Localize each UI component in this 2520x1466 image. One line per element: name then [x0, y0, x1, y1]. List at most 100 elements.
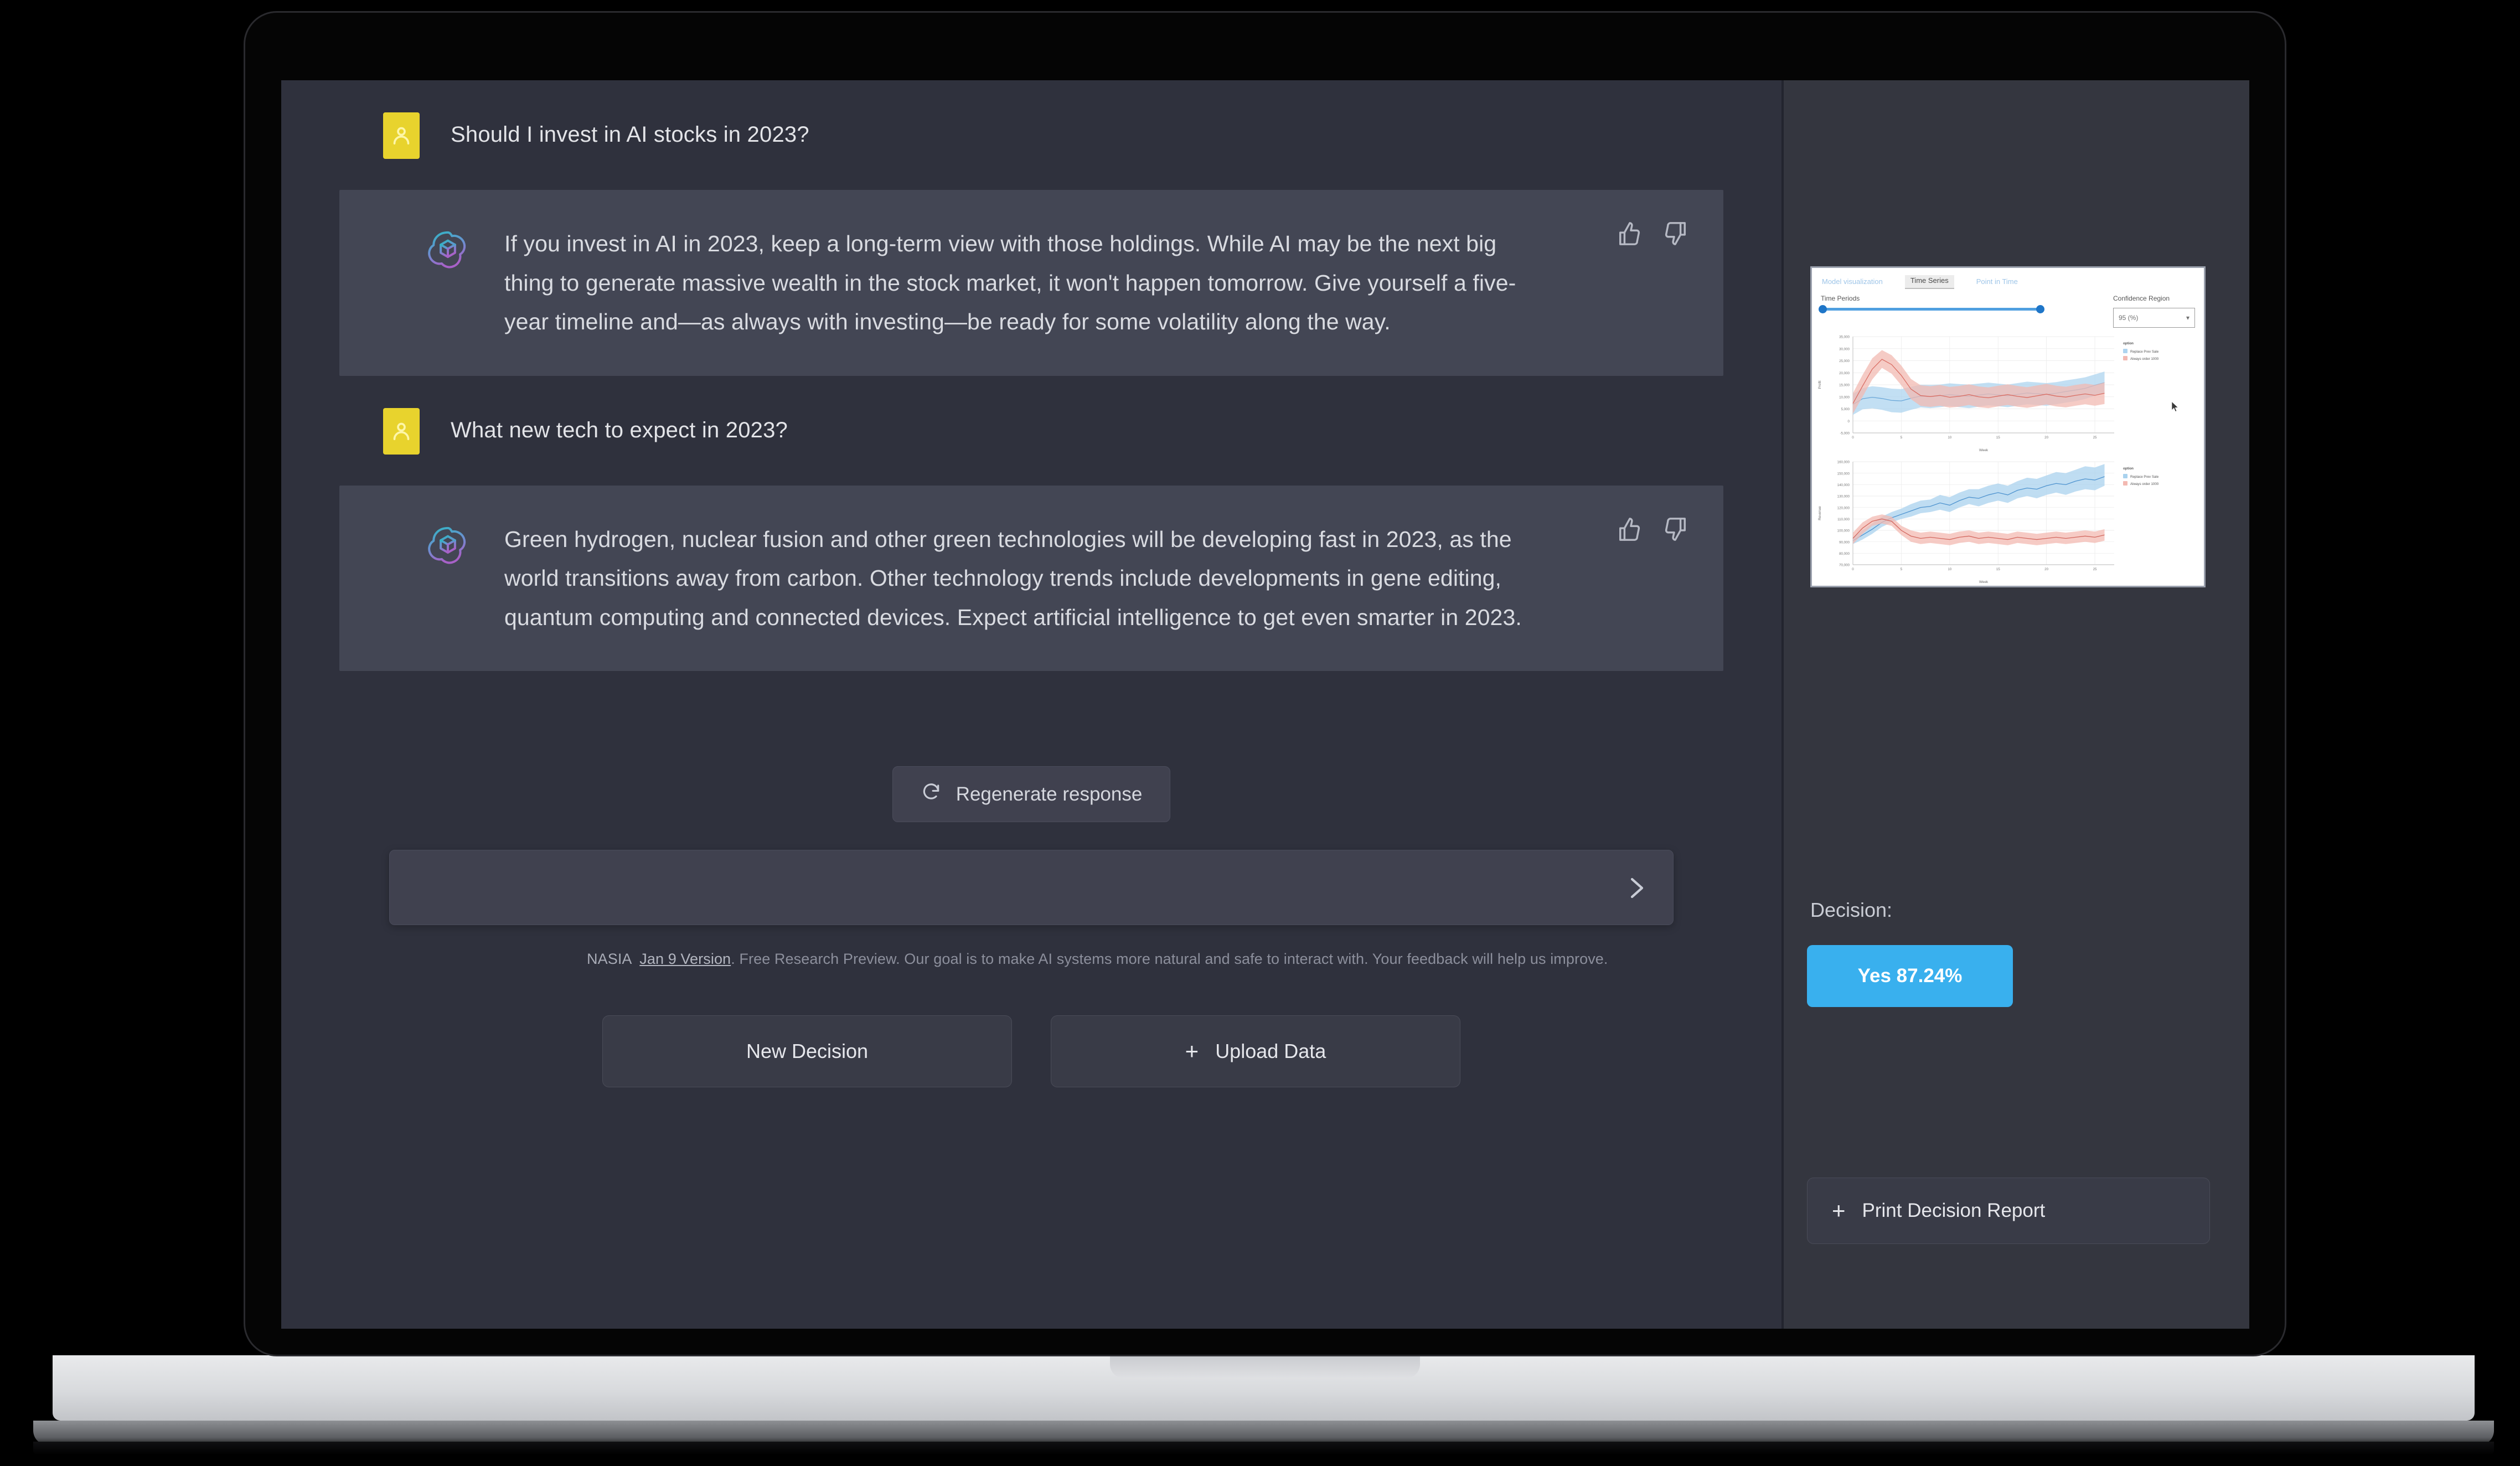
- thumbs-up-icon[interactable]: [1617, 221, 1643, 249]
- time-periods-label: Time Periods: [1821, 295, 1860, 302]
- composer[interactable]: [389, 850, 1674, 926]
- user-message-text: What new tech to expect in 2023?: [451, 417, 788, 442]
- svg-text:option: option: [2123, 467, 2134, 471]
- svg-text:10: 10: [1948, 436, 1951, 440]
- regenerate-row: Regenerate response: [281, 766, 1781, 823]
- chevron-down-icon: ▾: [2186, 314, 2189, 322]
- feedback-controls: [1617, 517, 1688, 545]
- feedback-controls: [1617, 221, 1688, 249]
- svg-text:30,000: 30,000: [1839, 347, 1850, 351]
- confidence-region-label: Confidence Region: [2113, 295, 2170, 302]
- viz-tab-bar: Model visualization Time Series Point in…: [1812, 268, 2204, 289]
- laptop-base-notch: [1110, 1355, 1420, 1379]
- decision-side-panel: Model visualization Time Series Point in…: [1784, 80, 2249, 1329]
- decision-value-badge[interactable]: Yes 87.24%: [1807, 945, 2013, 1007]
- chart-revenue-svg: 70,000 80,000 90,000 100,000 110,000 120,000 1…: [1818, 461, 2159, 584]
- svg-text:140,000: 140,000: [1837, 483, 1850, 487]
- confidence-region-control: Confidence Region 95 (%) ▾: [2113, 295, 2195, 328]
- person-icon: [383, 112, 420, 159]
- svg-text:10: 10: [1948, 567, 1951, 571]
- svg-text:option: option: [2123, 342, 2134, 345]
- svg-text:0: 0: [1852, 436, 1854, 440]
- svg-text:Replace Prev Sale: Replace Prev Sale: [2130, 475, 2159, 479]
- chat-message-assistant: If you invest in AI in 2023, keep a long…: [339, 190, 1723, 376]
- tab-model-visualization[interactable]: Model visualization: [1822, 277, 1883, 289]
- svg-text:Always order 1000: Always order 1000: [2130, 482, 2159, 486]
- decision-value-text: Yes 87.24%: [1857, 965, 1963, 987]
- svg-text:20: 20: [2044, 567, 2048, 571]
- thumbs-down-icon[interactable]: [1662, 221, 1688, 249]
- chart-revenue: 70,000 80,000 90,000 100,000 110,000 120,000 1…: [1812, 456, 2204, 585]
- svg-text:15: 15: [1996, 436, 2000, 440]
- chat-input[interactable]: [390, 850, 1673, 925]
- plus-icon: +: [1832, 1197, 1846, 1224]
- footer-text: . Free Research Preview. Our goal is to …: [731, 951, 1608, 968]
- svg-text:Replace Prev Sale: Replace Prev Sale: [2130, 350, 2159, 354]
- tab-point-in-time[interactable]: Point in Time: [1976, 277, 2018, 289]
- svg-text:5,000: 5,000: [1841, 407, 1850, 411]
- confidence-region-select[interactable]: 95 (%) ▾: [2113, 308, 2195, 328]
- time-periods-control: Time Periods: [1819, 295, 2044, 313]
- tab-time-series[interactable]: Time Series: [1904, 275, 1954, 289]
- svg-text:35,000: 35,000: [1839, 335, 1850, 339]
- svg-text:70,000: 70,000: [1839, 564, 1850, 567]
- bottom-actions: New Decision + Upload Data: [281, 1015, 1781, 1088]
- refresh-icon: [921, 781, 942, 807]
- new-decision-label: New Decision: [746, 1040, 869, 1063]
- svg-text:15,000: 15,000: [1839, 384, 1850, 388]
- svg-text:160,000: 160,000: [1837, 461, 1850, 464]
- openai-logo-icon: [422, 521, 473, 572]
- svg-text:25,000: 25,000: [1839, 359, 1850, 363]
- openai-logo-icon: [422, 225, 473, 276]
- composer-row: [281, 850, 1781, 926]
- upload-data-label: Upload Data: [1215, 1040, 1326, 1063]
- print-decision-report-button[interactable]: + Print Decision Report: [1807, 1178, 2210, 1244]
- chat-message-user: What new tech to expect in 2023?: [281, 376, 1781, 486]
- time-periods-slider[interactable]: [1819, 305, 2044, 313]
- svg-text:150,000: 150,000: [1837, 472, 1850, 476]
- footer-version[interactable]: Jan 9 Version: [639, 951, 731, 967]
- svg-text:-5,000: -5,000: [1840, 432, 1850, 436]
- svg-text:20: 20: [2044, 436, 2048, 440]
- svg-text:100,000: 100,000: [1837, 529, 1850, 533]
- mouse-cursor-icon: [2171, 401, 2179, 412]
- svg-text:110,000: 110,000: [1837, 518, 1850, 522]
- svg-text:15: 15: [1996, 567, 2000, 571]
- regenerate-response-button[interactable]: Regenerate response: [892, 766, 1171, 823]
- send-icon[interactable]: [1623, 875, 1650, 901]
- model-visualization-card: Model visualization Time Series Point in…: [1810, 266, 2206, 587]
- svg-text:Week: Week: [1979, 580, 1989, 584]
- slider-knob-left[interactable]: [1819, 305, 1827, 313]
- thumbs-down-icon[interactable]: [1662, 517, 1688, 545]
- svg-text:90,000: 90,000: [1839, 540, 1850, 544]
- app-screen: Should I invest in AI stocks in 2023? If…: [281, 80, 2249, 1329]
- upload-data-button[interactable]: + Upload Data: [1051, 1015, 1460, 1088]
- svg-text:Week: Week: [1979, 448, 1989, 452]
- chat-pane: Should I invest in AI stocks in 2023? If…: [281, 80, 1781, 1329]
- svg-text:120,000: 120,000: [1837, 506, 1850, 510]
- plus-icon: +: [1185, 1038, 1199, 1065]
- slider-knob-right[interactable]: [2036, 305, 2044, 313]
- chat-message-assistant: Green hydrogen, nuclear fusion and other…: [339, 485, 1723, 672]
- regenerate-label: Regenerate response: [956, 783, 1143, 805]
- svg-text:130,000: 130,000: [1837, 495, 1850, 499]
- svg-text:20,000: 20,000: [1839, 371, 1850, 375]
- svg-text:25: 25: [2093, 436, 2097, 440]
- print-decision-report-label: Print Decision Report: [1862, 1200, 2046, 1221]
- svg-text:25: 25: [2093, 567, 2097, 571]
- svg-text:0: 0: [1848, 420, 1850, 424]
- svg-text:Profit: Profit: [1818, 380, 1822, 389]
- new-decision-button[interactable]: New Decision: [602, 1015, 1012, 1088]
- person-icon: [383, 407, 420, 455]
- assistant-message-text: If you invest in AI in 2023, keep a long…: [504, 231, 1516, 335]
- svg-text:Revenue: Revenue: [1818, 506, 1822, 520]
- thumbs-up-icon[interactable]: [1617, 517, 1643, 545]
- footer-brand: NASIA: [587, 951, 632, 968]
- user-message-text: Should I invest in AI stocks in 2023?: [451, 122, 809, 147]
- chart-profit-svg: -5,00005,00010,00015,00020,00025,00030,0…: [1818, 335, 2159, 452]
- confidence-region-value: 95 (%): [2119, 314, 2139, 322]
- chart-profit: -5,000 0 5,000 10,000 15,000 20,000 25,000 30,0…: [1812, 331, 2204, 453]
- decision-label: Decision:: [1810, 899, 1893, 921]
- footer-notice: NASIA Jan 9 Version. Free Research Previ…: [587, 951, 1781, 968]
- svg-text:5: 5: [1901, 436, 1903, 440]
